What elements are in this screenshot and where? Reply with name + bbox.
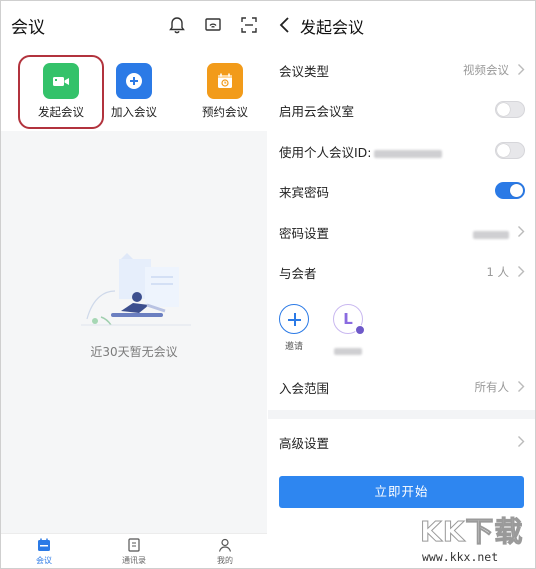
password-setting-row[interactable]: 密码设置 [268,212,535,252]
chevron-right-icon [518,226,525,237]
empty-state-text: 近30天暂无会议 [90,345,178,359]
profile-icon [218,538,232,552]
personal-id-row: 使用个人会议ID: [268,131,535,171]
blurred-password [473,230,509,239]
plus-icon [279,304,309,334]
participant-name-blurred [333,341,363,360]
meeting-type-row[interactable]: 会议类型 视频会议 [268,50,535,90]
meeting-calendar-icon [38,538,50,551]
calendar-clock-icon [207,63,243,99]
contacts-icon [128,538,140,552]
participant-list: 邀请 L [268,301,535,363]
watermark-brand: KK下载 [419,515,524,549]
chevron-right-icon [518,381,525,392]
section-divider [268,410,535,419]
scan-icon[interactable] [239,15,259,35]
personal-id-toggle[interactable] [495,142,525,159]
cloud-room-toggle[interactable] [495,101,525,118]
schedule-meeting-label: 预约会议 [202,105,248,119]
plus-circle-icon [116,63,152,99]
tab-profile[interactable]: 我的 [195,537,255,566]
guest-password-label: 来宾密码 [279,185,330,200]
tab-contacts[interactable]: 通讯录 [104,537,164,566]
join-meeting-button[interactable]: 加入会议 [91,55,177,129]
empty-meetings-illustration [81,253,191,326]
tab-meetings-label: 会议 [36,556,52,565]
guest-password-row: 来宾密码 [268,171,535,211]
start-meeting-label: 发起会议 [38,105,84,119]
recent-meetings-empty-state: 近30天暂无会议 [1,131,267,533]
toggle-knob [497,144,510,157]
tab-profile-label: 我的 [217,556,233,565]
quick-actions: 发起会议 加入会议 预约会议 [1,49,267,131]
cloud-room-row: 启用云会议室 [268,90,535,130]
blurred-name [334,348,362,355]
page-title: 会议 [11,18,45,38]
join-scope-value: 所有人 [474,380,510,394]
bottom-tab-bar: 会议 通讯录 我的 [1,533,267,568]
bell-icon[interactable] [167,15,187,35]
watermark-url: www.kkx.net [422,550,499,564]
invite-button[interactable]: 邀请 [279,304,309,352]
participants-row[interactable]: 与会者 1 人 [268,252,535,292]
screen-cast-icon[interactable] [203,15,223,35]
participants-label: 与会者 [279,266,317,281]
blurred-meeting-id [373,149,442,158]
chevron-right-icon [518,64,525,75]
meeting-type-label: 会议类型 [279,64,330,79]
invite-label: 邀请 [284,342,303,352]
participants-count: 1 人 [486,265,509,279]
join-scope-row[interactable]: 入会范围 所有人 [268,367,535,407]
start-now-button[interactable]: 立即开始 [279,476,524,508]
personal-id-label: 使用个人会议ID: [279,142,442,161]
toggle-knob [497,103,510,116]
tab-contacts-label: 通讯录 [122,556,146,565]
back-arrow-icon[interactable] [276,15,294,35]
cloud-room-label: 启用云会议室 [279,104,355,119]
start-meeting-header: 发起会议 [268,1,535,49]
tab-meetings[interactable]: 会议 [14,537,74,566]
page-title: 发起会议 [300,18,365,37]
start-meeting-panel: 发起会议 会议类型 视频会议 启用云会议室 使用个人会议ID: 来宾密码 密码设… [268,1,535,568]
host-badge-icon [355,325,365,335]
participant-avatar[interactable]: L [333,304,365,360]
personal-id-label-text: 使用个人会议ID: [279,145,372,160]
schedule-meeting-button[interactable]: 预约会议 [182,55,268,129]
guest-password-toggle[interactable] [495,182,525,199]
password-setting-label: 密码设置 [279,226,330,241]
meeting-type-value: 视频会议 [463,63,509,77]
toggle-knob [510,184,523,197]
advanced-settings-label: 高级设置 [279,436,330,451]
chevron-right-icon [518,436,525,447]
meetings-header: 会议 [1,1,267,49]
watermark: KK下载 www.kkx.net [419,510,534,566]
avatar: L [333,304,365,335]
join-meeting-label: 加入会议 [111,105,157,119]
password-value-blurred [473,227,509,241]
chevron-right-icon [518,266,525,277]
meetings-home-panel: 会议 发起会议 加入会议 预约会议 近30天暂无会议 会议 通讯录 我的 [1,1,267,568]
advanced-settings-row[interactable]: 高级设置 [268,422,535,462]
join-scope-label: 入会范围 [279,381,330,396]
video-camera-icon [43,63,79,99]
